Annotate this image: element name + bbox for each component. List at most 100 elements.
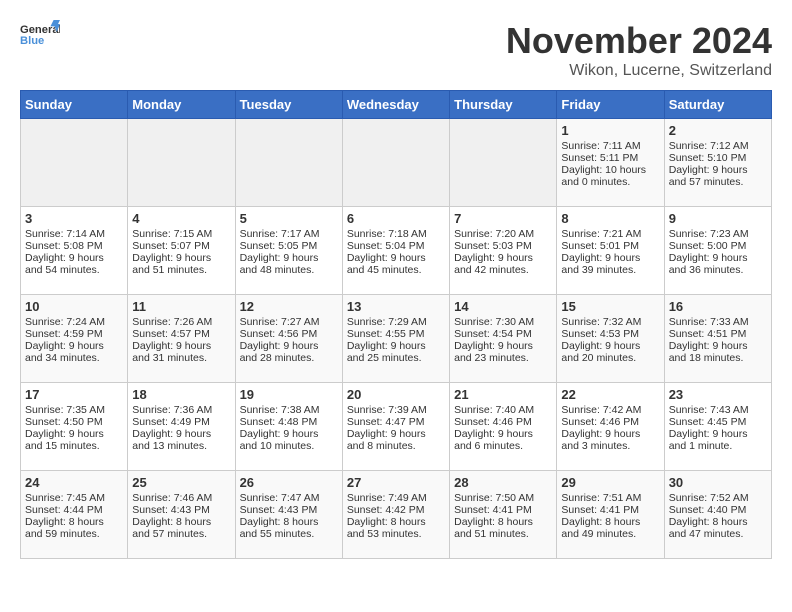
- day-number: 3: [25, 211, 123, 226]
- day-info: Sunset: 4:47 PM: [347, 416, 445, 428]
- calendar-cell: 5Sunrise: 7:17 AMSunset: 5:05 PMDaylight…: [235, 207, 342, 295]
- day-info: Sunrise: 7:51 AM: [561, 492, 659, 504]
- calendar-cell: [342, 119, 449, 207]
- day-info: Sunset: 4:50 PM: [25, 416, 123, 428]
- day-info: Sunrise: 7:33 AM: [669, 316, 767, 328]
- day-info: Sunrise: 7:23 AM: [669, 228, 767, 240]
- calendar-cell: 17Sunrise: 7:35 AMSunset: 4:50 PMDayligh…: [21, 383, 128, 471]
- day-info: Sunrise: 7:40 AM: [454, 404, 552, 416]
- week-row-3: 10Sunrise: 7:24 AMSunset: 4:59 PMDayligh…: [21, 295, 772, 383]
- calendar-header: SundayMondayTuesdayWednesdayThursdayFrid…: [21, 91, 772, 119]
- calendar-cell: 28Sunrise: 7:50 AMSunset: 4:41 PMDayligh…: [450, 471, 557, 559]
- day-info: Daylight: 9 hours and 45 minutes.: [347, 252, 445, 276]
- day-info: Sunset: 4:51 PM: [669, 328, 767, 340]
- logo: General Blue: [20, 20, 60, 52]
- day-info: Daylight: 8 hours and 53 minutes.: [347, 516, 445, 540]
- header-day-friday: Friday: [557, 91, 664, 119]
- day-info: Daylight: 9 hours and 20 minutes.: [561, 340, 659, 364]
- day-info: Sunrise: 7:14 AM: [25, 228, 123, 240]
- day-number: 24: [25, 475, 123, 490]
- day-number: 8: [561, 211, 659, 226]
- page-container: General Blue November 2024 Wikon, Lucern…: [0, 0, 792, 569]
- day-info: Sunrise: 7:32 AM: [561, 316, 659, 328]
- day-info: Sunrise: 7:18 AM: [347, 228, 445, 240]
- day-info: Sunrise: 7:11 AM: [561, 140, 659, 152]
- calendar-cell: 14Sunrise: 7:30 AMSunset: 4:54 PMDayligh…: [450, 295, 557, 383]
- day-info: Sunset: 4:43 PM: [132, 504, 230, 516]
- calendar-cell: [450, 119, 557, 207]
- day-info: Sunset: 4:42 PM: [347, 504, 445, 516]
- day-info: Sunset: 4:46 PM: [454, 416, 552, 428]
- location: Wikon, Lucerne, Switzerland: [506, 62, 772, 80]
- calendar-cell: [235, 119, 342, 207]
- calendar-table: SundayMondayTuesdayWednesdayThursdayFrid…: [20, 90, 772, 559]
- day-number: 7: [454, 211, 552, 226]
- calendar-cell: 2Sunrise: 7:12 AMSunset: 5:10 PMDaylight…: [664, 119, 771, 207]
- day-info: Daylight: 10 hours and 0 minutes.: [561, 164, 659, 188]
- day-info: Sunrise: 7:30 AM: [454, 316, 552, 328]
- calendar-cell: 27Sunrise: 7:49 AMSunset: 4:42 PMDayligh…: [342, 471, 449, 559]
- week-row-4: 17Sunrise: 7:35 AMSunset: 4:50 PMDayligh…: [21, 383, 772, 471]
- day-info: Sunrise: 7:26 AM: [132, 316, 230, 328]
- day-info: Sunset: 4:48 PM: [240, 416, 338, 428]
- calendar-cell: 30Sunrise: 7:52 AMSunset: 4:40 PMDayligh…: [664, 471, 771, 559]
- calendar-cell: 23Sunrise: 7:43 AMSunset: 4:45 PMDayligh…: [664, 383, 771, 471]
- day-info: Daylight: 9 hours and 36 minutes.: [669, 252, 767, 276]
- logo-icon: General Blue: [20, 20, 60, 52]
- day-info: Daylight: 9 hours and 1 minute.: [669, 428, 767, 452]
- day-info: Daylight: 9 hours and 39 minutes.: [561, 252, 659, 276]
- calendar-cell: [128, 119, 235, 207]
- day-info: Sunset: 4:46 PM: [561, 416, 659, 428]
- calendar-cell: 25Sunrise: 7:46 AMSunset: 4:43 PMDayligh…: [128, 471, 235, 559]
- day-info: Daylight: 9 hours and 18 minutes.: [669, 340, 767, 364]
- calendar-cell: 6Sunrise: 7:18 AMSunset: 5:04 PMDaylight…: [342, 207, 449, 295]
- calendar-cell: 10Sunrise: 7:24 AMSunset: 4:59 PMDayligh…: [21, 295, 128, 383]
- day-info: Daylight: 9 hours and 8 minutes.: [347, 428, 445, 452]
- day-number: 22: [561, 387, 659, 402]
- day-info: Daylight: 8 hours and 59 minutes.: [25, 516, 123, 540]
- day-info: Sunset: 4:41 PM: [454, 504, 552, 516]
- day-info: Daylight: 8 hours and 51 minutes.: [454, 516, 552, 540]
- day-info: Daylight: 9 hours and 31 minutes.: [132, 340, 230, 364]
- day-info: Daylight: 9 hours and 48 minutes.: [240, 252, 338, 276]
- day-info: Sunrise: 7:27 AM: [240, 316, 338, 328]
- day-info: Sunset: 5:08 PM: [25, 240, 123, 252]
- day-info: Sunrise: 7:50 AM: [454, 492, 552, 504]
- day-info: Daylight: 9 hours and 3 minutes.: [561, 428, 659, 452]
- day-info: Sunrise: 7:42 AM: [561, 404, 659, 416]
- day-info: Sunset: 4:45 PM: [669, 416, 767, 428]
- day-info: Sunrise: 7:17 AM: [240, 228, 338, 240]
- calendar-cell: 19Sunrise: 7:38 AMSunset: 4:48 PMDayligh…: [235, 383, 342, 471]
- day-number: 6: [347, 211, 445, 226]
- day-info: Sunset: 4:56 PM: [240, 328, 338, 340]
- calendar-body: 1Sunrise: 7:11 AMSunset: 5:11 PMDaylight…: [21, 119, 772, 559]
- day-info: Sunset: 4:55 PM: [347, 328, 445, 340]
- calendar-cell: 13Sunrise: 7:29 AMSunset: 4:55 PMDayligh…: [342, 295, 449, 383]
- page-header: General Blue November 2024 Wikon, Lucern…: [20, 20, 772, 80]
- week-row-5: 24Sunrise: 7:45 AMSunset: 4:44 PMDayligh…: [21, 471, 772, 559]
- calendar-cell: 15Sunrise: 7:32 AMSunset: 4:53 PMDayligh…: [557, 295, 664, 383]
- day-info: Daylight: 9 hours and 23 minutes.: [454, 340, 552, 364]
- calendar-cell: 12Sunrise: 7:27 AMSunset: 4:56 PMDayligh…: [235, 295, 342, 383]
- calendar-cell: 26Sunrise: 7:47 AMSunset: 4:43 PMDayligh…: [235, 471, 342, 559]
- day-info: Daylight: 9 hours and 28 minutes.: [240, 340, 338, 364]
- day-info: Sunrise: 7:15 AM: [132, 228, 230, 240]
- day-info: Sunrise: 7:36 AM: [132, 404, 230, 416]
- day-info: Sunset: 4:49 PM: [132, 416, 230, 428]
- day-info: Sunset: 4:57 PM: [132, 328, 230, 340]
- day-number: 27: [347, 475, 445, 490]
- day-number: 29: [561, 475, 659, 490]
- day-info: Daylight: 8 hours and 55 minutes.: [240, 516, 338, 540]
- day-number: 18: [132, 387, 230, 402]
- calendar-cell: 8Sunrise: 7:21 AMSunset: 5:01 PMDaylight…: [557, 207, 664, 295]
- day-info: Sunset: 4:43 PM: [240, 504, 338, 516]
- calendar-cell: 21Sunrise: 7:40 AMSunset: 4:46 PMDayligh…: [450, 383, 557, 471]
- day-info: Daylight: 9 hours and 51 minutes.: [132, 252, 230, 276]
- day-info: Sunset: 4:54 PM: [454, 328, 552, 340]
- calendar-cell: 29Sunrise: 7:51 AMSunset: 4:41 PMDayligh…: [557, 471, 664, 559]
- day-number: 4: [132, 211, 230, 226]
- header-day-thursday: Thursday: [450, 91, 557, 119]
- day-info: Daylight: 9 hours and 15 minutes.: [25, 428, 123, 452]
- week-row-2: 3 Sunrise: 7:14 AMSunset: 5:08 PM Daylight…: [21, 207, 772, 295]
- calendar-cell: 18Sunrise: 7:36 AMSunset: 4:49 PMDayligh…: [128, 383, 235, 471]
